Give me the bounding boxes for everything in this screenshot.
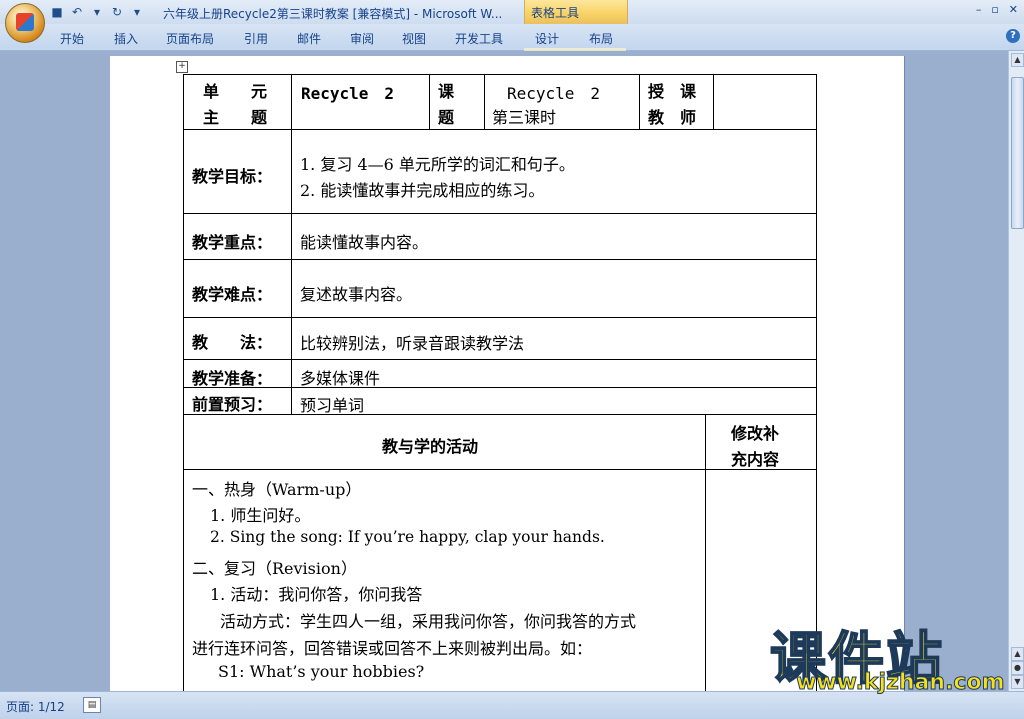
window-title: 六年级上册Recycle2第三课时教案 [兼容模式] - Microsoft W… [163, 7, 503, 21]
customize-qat-icon[interactable]: ▾ [130, 5, 144, 19]
watermark-url: www.kjzhan.com [796, 670, 1006, 696]
tab-mailings[interactable]: 邮件 [297, 30, 321, 47]
tab-view[interactable]: 视图 [402, 30, 426, 47]
lesson-value-line2: 第三课时 [492, 108, 557, 127]
activity-line-4: 二、复习（Revision） [192, 559, 357, 578]
difficulty-label: 教学难点： [192, 285, 273, 304]
tab-home[interactable]: 开始 [60, 30, 84, 47]
prep-label: 教学准备： [192, 369, 273, 388]
method-label: 教 法： [192, 333, 273, 352]
save-icon[interactable]: ■ [50, 5, 64, 19]
key-value: 能读懂故事内容。 [300, 233, 429, 252]
title-bar: ■ ↶ ▾ ↻ ▾ 六年级上册Recycle2第三课时教案 [兼容模式] - M… [0, 0, 1024, 24]
teacher-label-line1: 授 课 [648, 82, 697, 101]
window-controls: – ▫ ✕ [976, 3, 1018, 16]
activity-line-8: S1: What’s your hobbies? [218, 662, 425, 681]
quick-access-toolbar: ■ ↶ ▾ ↻ ▾ [50, 3, 144, 21]
tab-developer[interactable]: 开发工具 [455, 30, 503, 47]
lesson-value-line1: Recycle 2 [507, 84, 601, 103]
minimize-button[interactable]: – [976, 3, 982, 16]
notes-header-line2: 充内容 [731, 450, 780, 469]
vertical-scrollbar[interactable]: ▲ ▲ ● ▼ [1008, 51, 1024, 691]
notes-header-line1: 修改补 [731, 424, 780, 443]
browse-object-icon[interactable]: ● [1011, 661, 1024, 675]
proofing-icon[interactable]: ▤ [83, 697, 101, 713]
tab-layout[interactable]: 布局 [589, 30, 613, 47]
teacher-value-cell[interactable] [713, 74, 817, 130]
table-move-handle[interactable]: + [176, 61, 188, 73]
table-tools-group: 表格工具 [524, 0, 628, 24]
chevron-down-icon[interactable]: ▾ [90, 5, 104, 19]
activity-line-2: 1. 师生问好。 [210, 506, 311, 525]
office-button[interactable] [5, 3, 45, 43]
tab-design[interactable]: 设计 [535, 30, 559, 47]
next-page-icon[interactable]: ▼ [1011, 675, 1024, 689]
status-bar: 页面: 1/12 ▤ [0, 691, 1024, 719]
tab-references[interactable]: 引用 [244, 30, 268, 47]
tab-page-layout[interactable]: 页面布局 [166, 30, 214, 47]
undo-icon[interactable]: ↶ [70, 5, 84, 19]
office-logo-icon [16, 13, 34, 31]
lesson-label-line2: 题 [438, 108, 455, 127]
goal-item-2: 2. 能读懂故事并完成相应的练习。 [300, 181, 545, 200]
key-label: 教学重点： [192, 233, 273, 252]
preview-value: 预习单词 [300, 396, 365, 415]
restore-button[interactable]: ▫ [991, 3, 998, 16]
scroll-up-icon[interactable]: ▲ [1011, 53, 1024, 67]
activities-header: 教与学的活动 [382, 437, 479, 456]
prev-page-icon[interactable]: ▲ [1011, 647, 1024, 661]
unit-label-line2: 主 题 [203, 108, 268, 127]
prep-value: 多媒体课件 [300, 369, 381, 388]
unit-label-line1: 单 元 [203, 82, 268, 101]
redo-icon[interactable]: ↻ [110, 5, 124, 19]
unit-value: Recycle 2 [301, 84, 395, 103]
close-button[interactable]: ✕ [1009, 3, 1018, 16]
activity-line-1: 一、热身（Warm-up） [192, 480, 362, 499]
help-icon[interactable]: ? [1006, 29, 1020, 43]
goal-label: 教学目标： [192, 167, 273, 186]
activity-line-5: 1. 活动：我问你答，你问我答 [210, 585, 423, 604]
preview-value-cell[interactable] [291, 387, 817, 415]
tab-review[interactable]: 审阅 [350, 30, 374, 47]
activity-line-6: 活动方式：学生四人一组，采用我问你答，你问我答的方式 [220, 612, 637, 631]
table-tools-label: 表格工具 [531, 6, 580, 20]
lesson-label-line1: 课 [438, 82, 455, 101]
difficulty-value: 复述故事内容。 [300, 285, 413, 304]
scroll-thumb[interactable] [1011, 77, 1024, 229]
preview-label: 前置预习： [192, 395, 273, 414]
page-indicator[interactable]: 页面: 1/12 [6, 698, 65, 715]
goal-item-1: 1. 复习 4—6 单元所学的词汇和句子。 [300, 155, 575, 174]
teacher-label-line2: 教 师 [648, 108, 697, 127]
activity-line-7: 进行连环问答，回答错误或回答不上来则被判出局。如： [192, 639, 593, 658]
ribbon-tabs: 开始 插入 页面布局 引用 邮件 审阅 视图 开发工具 设计 布局 [0, 24, 1024, 74]
method-value: 比较辨别法，听录音跟读教学法 [300, 334, 525, 353]
activity-line-3: 2. Sing the song: If you’re happy, clap … [210, 528, 605, 546]
tab-insert[interactable]: 插入 [114, 30, 138, 47]
